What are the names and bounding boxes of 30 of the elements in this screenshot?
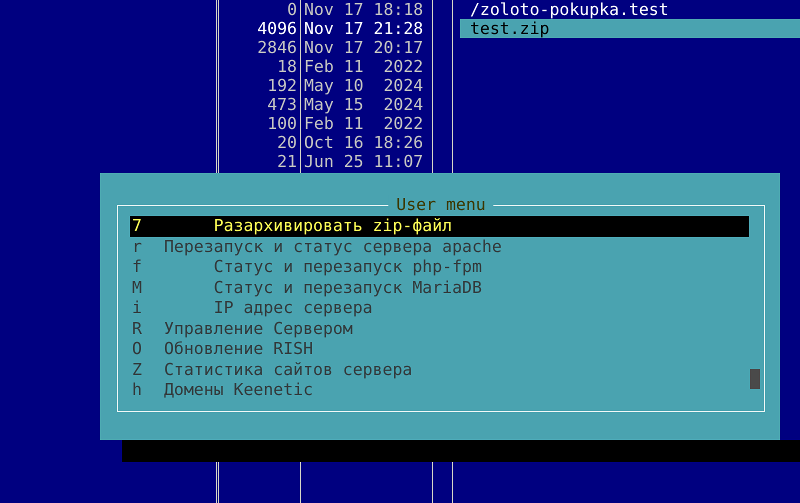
menu-item[interactable]: O Обновление RISH bbox=[130, 339, 749, 360]
menu-item[interactable]: R Управление Сервером bbox=[130, 318, 749, 339]
menu-item[interactable]: r Перезапуск и статус сервера apache bbox=[130, 236, 749, 257]
file-name[interactable]: /zoloto-pokupka.test bbox=[460, 0, 800, 19]
file-size: 192 bbox=[266, 76, 298, 95]
file-size: 0 bbox=[286, 0, 298, 19]
file-size: 2846 bbox=[256, 38, 298, 57]
menu-item[interactable]: 7 Разархивировать zip-файл bbox=[130, 216, 749, 236]
file-size: 100 bbox=[266, 114, 298, 133]
menu-item[interactable]: f Статус и перезапуск php-fpm bbox=[130, 257, 749, 278]
file-date: May 10 2024 bbox=[303, 76, 424, 95]
file-date: Nov 17 21:28 bbox=[303, 19, 424, 38]
file-size: 18 bbox=[276, 57, 298, 76]
file-size: 20 bbox=[276, 133, 298, 152]
file-size: 4096 bbox=[256, 19, 298, 38]
file-date: Nov 17 18:18 bbox=[303, 0, 424, 19]
file-date: Nov 17 20:17 bbox=[303, 38, 424, 57]
file-date: May 15 2024 bbox=[303, 95, 424, 114]
file-name[interactable]: test.zip bbox=[460, 19, 800, 38]
scrollbar-thumb[interactable] bbox=[750, 369, 760, 389]
menu-item[interactable]: i IP адрес сервера bbox=[130, 298, 749, 318]
file-size: 21 bbox=[276, 152, 298, 171]
menu-item[interactable]: Z Статистика сайтов сервера bbox=[130, 360, 749, 380]
file-date: Jun 25 11:07 bbox=[303, 152, 424, 171]
file-date: Feb 11 2022 bbox=[303, 114, 424, 133]
file-date: Oct 16 18:26 bbox=[303, 133, 424, 152]
menu-item[interactable]: h Домены Keenetic bbox=[130, 380, 749, 400]
file-date: Feb 11 2022 bbox=[303, 57, 424, 76]
menu-item[interactable]: M Статус и перезапуск MariaDB bbox=[130, 278, 749, 298]
file-size: 473 bbox=[266, 95, 298, 114]
